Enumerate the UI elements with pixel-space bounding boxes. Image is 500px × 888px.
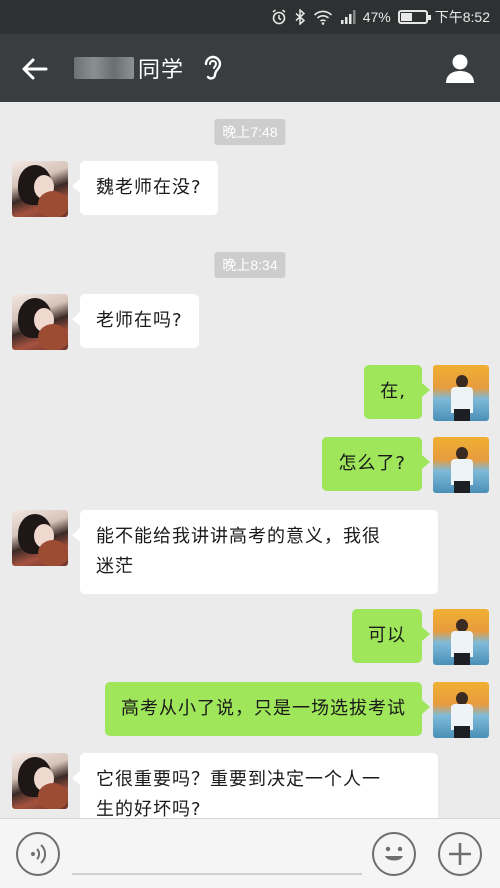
back-arrow-icon[interactable] xyxy=(20,54,50,84)
my-avatar[interactable] xyxy=(433,682,489,738)
received-message[interactable]: 老师在吗? xyxy=(72,294,199,348)
contact-avatar[interactable] xyxy=(12,294,68,350)
timestamp: 晚上7:48 xyxy=(214,119,286,145)
ear-icon[interactable] xyxy=(202,53,224,83)
message-line: 它很重要吗？重要到决定一个人一 xyxy=(96,769,381,790)
emoji-button[interactable] xyxy=(372,832,416,876)
chat-title: 同学 xyxy=(74,52,184,84)
voice-icon xyxy=(31,844,47,864)
my-avatar[interactable] xyxy=(433,437,489,493)
signal-icon xyxy=(340,10,356,24)
contact-avatar[interactable] xyxy=(12,753,68,809)
my-avatar[interactable] xyxy=(433,609,489,665)
more-button[interactable] xyxy=(438,832,482,876)
input-bar xyxy=(0,818,500,888)
chat-title-text: 同学 xyxy=(138,58,185,83)
redacted-name xyxy=(74,57,134,79)
plus-icon xyxy=(449,843,471,865)
timestamp: 晚上8:34 xyxy=(214,252,286,278)
my-avatar[interactable] xyxy=(433,365,489,421)
message-list[interactable]: 晚上7:48 魏老师在没? 晚上8:34 老师在吗? 在, 怎么了? 能不能给我… xyxy=(0,102,500,837)
battery-icon xyxy=(397,10,431,24)
battery-percent: 47% xyxy=(362,9,391,25)
title-bar: 同学 xyxy=(0,34,500,102)
message-line: 能不能给我讲讲高考的意义，我很 xyxy=(96,526,381,547)
smiley-icon xyxy=(385,846,403,861)
alarm-icon xyxy=(272,9,286,25)
bluetooth-icon xyxy=(295,9,305,25)
sent-message[interactable]: 高考从小了说，只是一场选拔考试 xyxy=(105,682,430,736)
received-message[interactable]: 魏老师在没? xyxy=(72,161,218,215)
clock: 下午8:52 xyxy=(434,9,490,25)
contact-avatar[interactable] xyxy=(12,510,68,566)
sent-message[interactable]: 怎么了? xyxy=(322,437,430,491)
status-icons: 47% 下午8:52 xyxy=(271,0,490,34)
sent-message[interactable]: 可以 xyxy=(352,609,430,663)
contact-avatar[interactable] xyxy=(12,161,68,217)
status-bar: 47% 下午8:52 xyxy=(0,0,500,34)
wifi-icon xyxy=(313,10,332,25)
received-message[interactable]: 能不能给我讲讲高考的意义，我很 迷茫 xyxy=(72,510,438,594)
message-input[interactable] xyxy=(72,833,362,875)
message-line: 迷茫 xyxy=(96,556,134,577)
voice-input-button[interactable] xyxy=(16,832,60,876)
sent-message[interactable]: 在, xyxy=(364,365,430,419)
battery-fill xyxy=(400,13,413,21)
person-icon[interactable] xyxy=(444,52,476,84)
